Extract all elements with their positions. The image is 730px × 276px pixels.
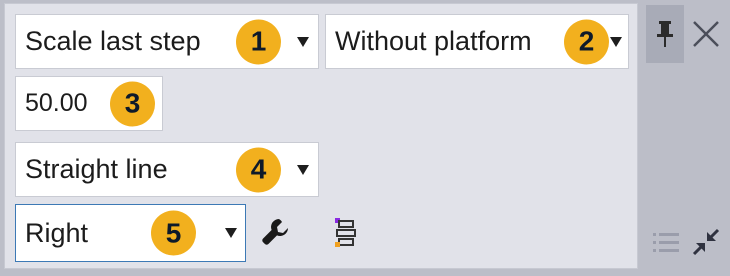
properties-tree-icon[interactable] [325, 212, 365, 252]
chevron-down-icon [297, 164, 309, 175]
wrench-icon[interactable] [257, 214, 293, 250]
collapse-icon[interactable] [690, 226, 722, 258]
callout-badge-2: 2 [564, 19, 609, 64]
line-type-value: Straight line [25, 154, 168, 184]
pin-icon[interactable] [646, 5, 684, 63]
side-strip [640, 0, 730, 276]
chevron-down-icon [610, 36, 622, 47]
callout-badge-4: 4 [236, 147, 281, 192]
chevron-down-icon [225, 228, 237, 238]
platform-dropdown[interactable]: Without platform 2 [325, 14, 629, 69]
tool-settings-panel: Scale last step 1 Without platform 2 50.… [4, 3, 638, 269]
value-input-text: 50.00 [25, 89, 88, 117]
scale-mode-value: Scale last step [25, 26, 201, 56]
platform-value: Without platform [335, 26, 532, 56]
side-value: Right [25, 217, 89, 248]
callout-badge-1: 1 [236, 19, 281, 64]
chevron-down-icon [297, 36, 309, 47]
callout-badge-5: 5 [151, 210, 196, 256]
scale-mode-dropdown[interactable]: Scale last step 1 [15, 14, 319, 69]
line-type-dropdown[interactable]: Straight line 4 [15, 142, 319, 197]
list-icon[interactable] [650, 226, 682, 258]
value-input[interactable]: 50.00 3 [15, 76, 163, 131]
side-dropdown[interactable]: Right 5 [15, 204, 246, 262]
close-icon[interactable] [690, 18, 722, 50]
callout-badge-3: 3 [110, 81, 155, 126]
